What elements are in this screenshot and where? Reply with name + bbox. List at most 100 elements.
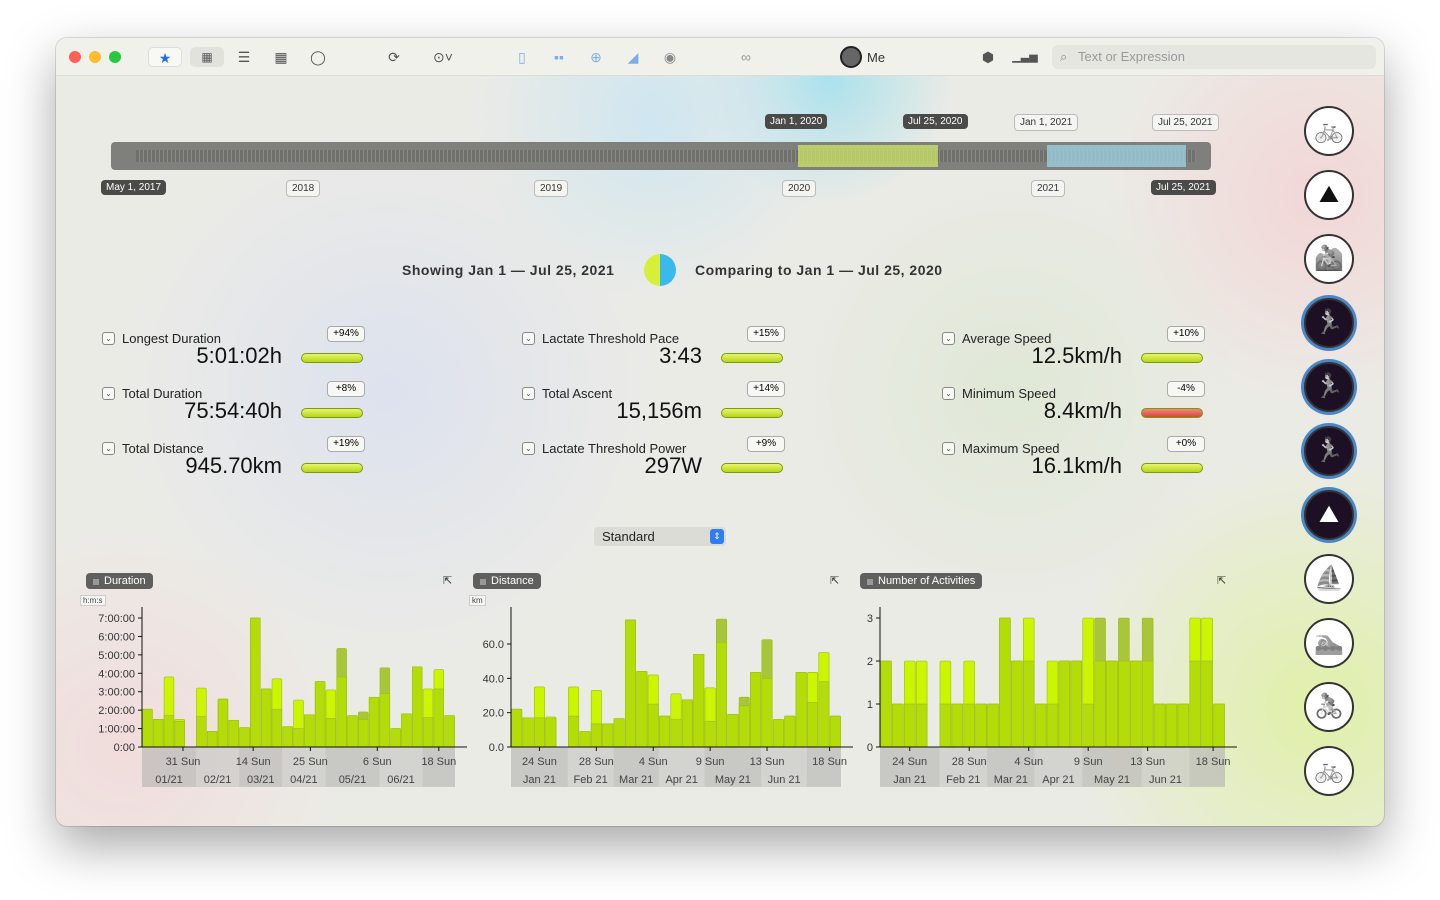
chart-duration: 01/21 02/21 03/21 04/21 05/21 06/21 0:00 1:00:0… xyxy=(98,607,467,787)
expand-chart-icon[interactable]: ⇱ xyxy=(443,574,452,587)
collapse-toggle[interactable]: ⌄ xyxy=(942,387,955,400)
bar xyxy=(368,696,380,748)
bar xyxy=(174,720,185,748)
cube-icon[interactable]: ⬢ xyxy=(975,47,1001,67)
list-icon[interactable]: ☰ xyxy=(231,47,257,67)
x-tick-label: 6 Sun xyxy=(363,756,392,768)
compare-range[interactable] xyxy=(798,145,938,167)
current-range[interactable] xyxy=(1047,145,1186,167)
bar xyxy=(999,617,1011,748)
bar xyxy=(579,731,591,748)
globe-icon[interactable]: ⊕ xyxy=(583,47,609,67)
sport-filter-cycling-icon[interactable]: 🚲 xyxy=(1304,106,1354,156)
grid-icon[interactable]: ▦ xyxy=(190,47,224,67)
x-tick-label: 18 Sun xyxy=(1196,756,1231,768)
x-tick-label: 9 Sun xyxy=(696,756,725,768)
bar xyxy=(903,703,916,748)
bar xyxy=(829,715,841,748)
y-tick-label: 2 xyxy=(867,656,873,668)
stat-item: ⌄ Maximum Speed 16.1km/h +0% xyxy=(942,436,1212,491)
zoom-button[interactable] xyxy=(109,51,121,63)
area-chart-icon[interactable]: ◢ xyxy=(620,47,646,67)
collapse-toggle[interactable]: ⌄ xyxy=(102,442,115,455)
stat-value: 5:01:02h xyxy=(196,343,282,368)
x-tick-label: 31 Sun xyxy=(166,756,201,768)
month-label: 03/21 xyxy=(247,774,275,786)
sport-filter-climbing-run-icon[interactable]: ⛰ xyxy=(1304,170,1354,220)
bar xyxy=(1201,660,1213,748)
collapse-toggle[interactable]: ⌄ xyxy=(942,442,955,455)
search-input[interactable]: ⌕ Text or Expression xyxy=(1052,45,1376,69)
current-end-handle[interactable]: Jul 25, 2021 xyxy=(1152,114,1219,131)
sport-filter-road-cycling-icon[interactable]: 🚲 xyxy=(1304,746,1354,796)
ring-icon[interactable]: ◯ xyxy=(305,47,331,67)
compare-end-handle[interactable]: Jul 25, 2020 xyxy=(903,114,968,129)
timeline-track[interactable] xyxy=(111,142,1211,170)
close-button[interactable] xyxy=(69,51,81,63)
x-tick-label: 4 Sun xyxy=(639,756,668,768)
x-tick-label: 24 Sun xyxy=(522,756,557,768)
collapse-toggle[interactable]: ⌄ xyxy=(522,442,535,455)
collapse-toggle[interactable]: ⌄ xyxy=(102,387,115,400)
sport-filter-running-icon[interactable]: 🏃 xyxy=(1304,298,1354,348)
running-icon: 🏃 xyxy=(1314,309,1344,336)
month-label: Feb 21 xyxy=(946,774,980,786)
collapse-toggle[interactable]: ⌄ xyxy=(102,332,115,345)
bar xyxy=(545,718,557,748)
collapse-toggle[interactable]: ⌄ xyxy=(522,332,535,345)
bar xyxy=(293,728,304,748)
sport-filter-swimming-icon[interactable]: 🏊 xyxy=(1304,618,1354,668)
stat-item: ⌄ Total Duration 75:54:40h +8% xyxy=(102,381,372,436)
toolbar: ★ ▦ ☰ ▦ ◯ ⟳ ⊙˅ ▯ ▪▪ ⊕ ◢ ◉ ∞ Me ⬢ ▁▃▅ ⌕ T… xyxy=(56,38,1384,76)
bar xyxy=(892,703,904,748)
compare-toggle-icon[interactable] xyxy=(644,254,676,286)
sidebar-icon[interactable]: ▯ xyxy=(509,47,535,67)
timeline-year-label: 2021 xyxy=(1031,180,1066,197)
bar xyxy=(401,713,412,748)
minimize-button[interactable] xyxy=(89,51,101,63)
more-icon[interactable]: ⊙˅ xyxy=(426,47,460,67)
bar xyxy=(196,716,207,748)
bar xyxy=(727,714,739,748)
user-button[interactable]: Me xyxy=(840,46,885,68)
bar xyxy=(433,688,445,748)
links-icon[interactable]: ∞ xyxy=(733,47,759,67)
sport-filter-indoor-cycling-icon[interactable]: 🚴 xyxy=(1304,682,1354,732)
month-label: Apr 21 xyxy=(665,774,697,786)
y-tick-label: 1 xyxy=(867,699,873,711)
collapse-toggle[interactable]: ⌄ xyxy=(942,332,955,345)
collapse-toggle[interactable]: ⌄ xyxy=(522,387,535,400)
mode-select[interactable]: Standard ⇕ xyxy=(594,527,726,546)
table-icon[interactable]: ▦ xyxy=(268,47,294,67)
bar xyxy=(915,703,928,748)
expand-chart-icon[interactable]: ⇱ xyxy=(830,574,839,587)
compare-start-handle[interactable]: Jan 1, 2020 xyxy=(765,114,828,129)
change-bar xyxy=(301,353,363,363)
expand-chart-icon[interactable]: ⇱ xyxy=(1217,574,1226,587)
star-icon[interactable]: ★ xyxy=(148,47,182,67)
y-tick-label: 20.0 xyxy=(483,708,504,720)
bar xyxy=(282,726,293,748)
sport-filter-treadmill-icon[interactable]: 🏃 xyxy=(1304,426,1354,476)
bar xyxy=(1189,660,1202,748)
month-label: 06/21 xyxy=(387,774,415,786)
change-bar xyxy=(301,463,363,473)
sport-filter-mountain-bike-icon[interactable]: 🚵 xyxy=(1304,234,1354,284)
bar-chart-icon[interactable]: ▁▃▅ xyxy=(1012,47,1038,67)
refresh-icon[interactable]: ⟳ xyxy=(381,47,407,67)
tiles-icon[interactable]: ▪▪ xyxy=(546,47,572,67)
sport-filter-trail-running-icon[interactable]: 🏃 xyxy=(1304,362,1354,412)
trail-running-icon: 🏃 xyxy=(1314,373,1344,400)
eye-icon[interactable]: ◉ xyxy=(657,47,683,67)
bar xyxy=(1153,703,1166,748)
bar xyxy=(1177,703,1190,748)
axis-shade xyxy=(874,607,880,747)
bar xyxy=(1022,660,1035,748)
change-bar xyxy=(1141,463,1203,473)
bar xyxy=(1034,703,1047,748)
sport-filter-uphill-running-icon[interactable]: ⛰ xyxy=(1304,490,1354,540)
bar xyxy=(761,678,773,748)
stat-item: ⌄ Longest Duration 5:01:02h +94% xyxy=(102,326,372,381)
current-start-handle[interactable]: Jan 1, 2021 xyxy=(1014,114,1079,131)
sport-filter-sailing-icon[interactable]: ⛵ xyxy=(1304,554,1354,604)
